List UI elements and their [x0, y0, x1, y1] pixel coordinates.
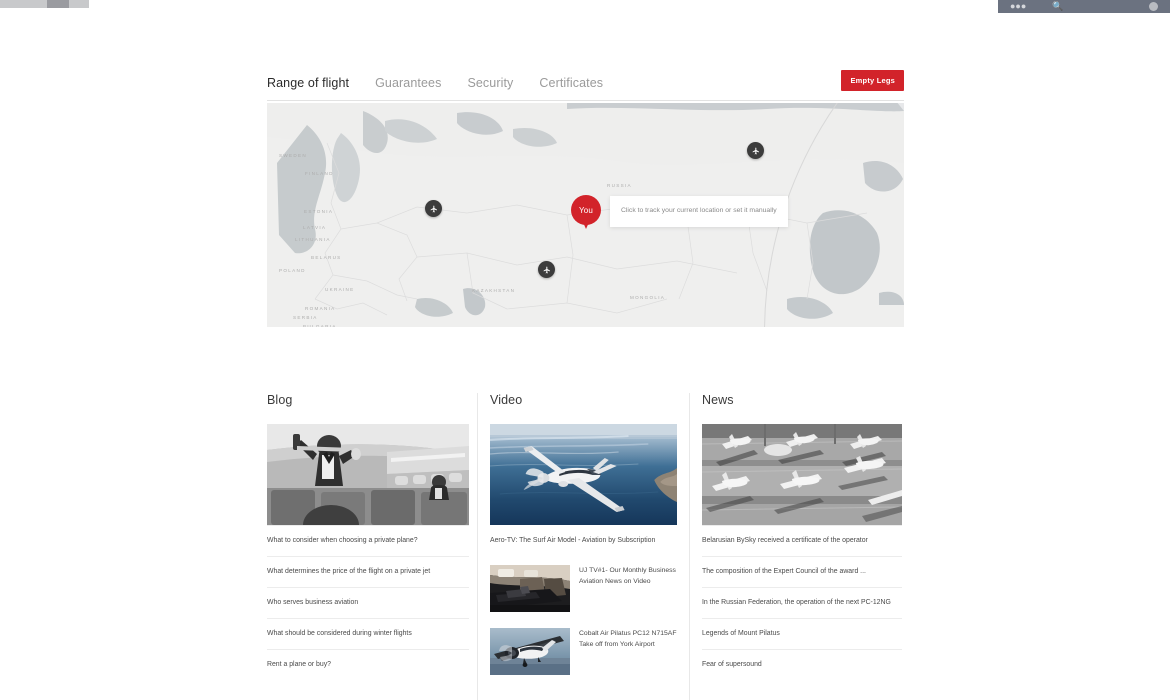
- tab-security[interactable]: Security: [467, 76, 513, 90]
- map-label-bulgaria: BULGARIA: [303, 324, 337, 327]
- browser-tab-fragment: [47, 0, 69, 8]
- news-hero-image[interactable]: [702, 424, 902, 525]
- map-label-sweden: SWEDEN: [279, 153, 307, 158]
- blog-link-2[interactable]: What determines the price of the flight …: [267, 556, 469, 587]
- you-location-pin[interactable]: You: [571, 195, 601, 231]
- tabs-divider: [267, 100, 904, 101]
- blog-link-5[interactable]: Rent a plane or buy?: [267, 649, 469, 680]
- video-featured-caption[interactable]: Aero-TV: The Surf Air Model - Aviation b…: [490, 525, 677, 557]
- video-heading: Video: [490, 393, 523, 407]
- plane-marker-3[interactable]: [538, 261, 555, 278]
- content-columns: Blog What to consider when choosing a pr…: [267, 393, 904, 700]
- blog-hero-image[interactable]: [267, 424, 469, 525]
- you-pin-tail: [582, 220, 590, 229]
- map-label-belarus: BELARUS: [311, 255, 342, 260]
- column-news: News Belarusian BySky received a certifi…: [690, 393, 902, 700]
- tab-range-of-flight[interactable]: Range of flight: [267, 76, 349, 90]
- turboprop-over-sea-photo: [490, 424, 677, 525]
- news-link-3[interactable]: In the Russian Federation, the operation…: [702, 587, 902, 618]
- blog-heading: Blog: [267, 393, 293, 407]
- flight-attendant-cabin-photo: [267, 424, 469, 525]
- news-heading: News: [702, 393, 734, 407]
- video-list-item[interactable]: Cobalt Air Pilatus PC12 N715AF Take off …: [490, 620, 677, 683]
- map-label-ukraine: UKRAINE: [325, 287, 355, 292]
- browser-chrome-right: ●●● 🔍: [998, 0, 1170, 13]
- empty-legs-button[interactable]: Empty Legs: [841, 70, 904, 91]
- browser-chrome-left: [0, 0, 89, 8]
- tab-certificates[interactable]: Certificates: [539, 76, 603, 90]
- blog-link-3[interactable]: Who serves business aviation: [267, 587, 469, 618]
- section-tabs: Range of flight Guarantees Security Cert…: [267, 68, 904, 98]
- news-link-5[interactable]: Fear of supersound: [702, 649, 902, 680]
- blog-link-1[interactable]: What to consider when choosing a private…: [267, 525, 469, 556]
- plane-marker-1[interactable]: [425, 200, 442, 217]
- video-featured-thumbnail[interactable]: [490, 424, 677, 525]
- video-list-item[interactable]: UJ TV#1- Our Monthly Business Aviation N…: [490, 557, 677, 620]
- map-label-romania: ROMANIA: [305, 306, 336, 311]
- video-item-title-2: Cobalt Air Pilatus PC12 N715AF Take off …: [579, 630, 677, 649]
- flight-range-map[interactable]: SWEDEN FINLAND ESTONIA LATVIA LITHUANIA …: [267, 103, 904, 327]
- pilatus-takeoff-thumb: [490, 628, 570, 676]
- map-label-finland: FINLAND: [305, 171, 334, 176]
- video-item-title-1: UJ TV#1- Our Monthly Business Aviation N…: [579, 567, 676, 586]
- ellipsis-icon[interactable]: ●●●: [1010, 2, 1026, 11]
- map-location-tooltip: Click to track your current location or …: [610, 196, 788, 228]
- avatar-icon[interactable]: [1149, 2, 1158, 11]
- map-label-russia: RUSSIA: [607, 183, 632, 188]
- map-label-mongolia: MONGOLIA: [630, 295, 666, 300]
- column-video: Video Aero-TV: The Surf Air Model - Avia…: [477, 393, 690, 700]
- blog-link-4[interactable]: What should be considered during winter …: [267, 618, 469, 649]
- news-link-list: Belarusian BySky received a certificate …: [702, 525, 902, 680]
- blog-link-list: What to consider when choosing a private…: [267, 525, 469, 680]
- column-blog: Blog What to consider when choosing a pr…: [267, 393, 477, 700]
- search-icon[interactable]: 🔍: [1052, 2, 1063, 11]
- map-label-latvia: LATVIA: [303, 225, 327, 230]
- news-link-4[interactable]: Legends of Mount Pilatus: [702, 618, 902, 649]
- map-label-serbia: SERBIA: [293, 315, 318, 320]
- parked-aircraft-apron-photo: [702, 424, 902, 525]
- map-label-poland: POLAND: [279, 268, 306, 273]
- tab-guarantees[interactable]: Guarantees: [375, 76, 441, 90]
- plane-marker-2[interactable]: [747, 142, 764, 159]
- map-label-kazakhstan: KAZAKHSTAN: [472, 288, 516, 293]
- page-root: ●●● 🔍 Range of flight Guarantees Securit…: [0, 0, 1170, 700]
- news-link-1[interactable]: Belarusian BySky received a certificate …: [702, 525, 902, 556]
- jet-cabin-interior-thumb: [490, 565, 570, 613]
- map-label-lithuania: LITHUANIA: [295, 237, 331, 242]
- map-label-estonia: ESTONIA: [304, 209, 334, 214]
- news-link-2[interactable]: The composition of the Expert Council of…: [702, 556, 902, 587]
- tab-list: Range of flight Guarantees Security Cert…: [267, 68, 904, 98]
